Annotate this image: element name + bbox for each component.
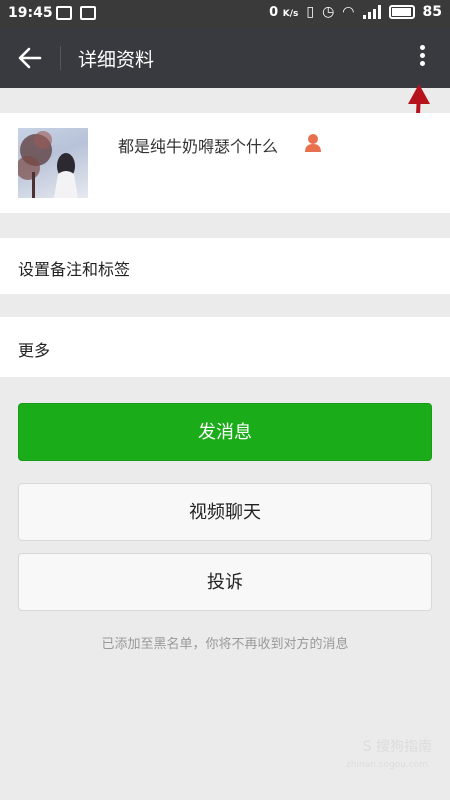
status-bar: 19:45 0 K/s ▯ ◷ ◠ 85 [0,0,450,28]
alarm-icon: ◷ [322,4,335,20]
net-speed-unit: K/s [282,8,299,19]
avatar[interactable] [18,128,88,198]
set-remark-tags-row[interactable]: 设置备注和标签 [0,238,450,294]
title-bar: 详细资料 [0,28,450,88]
page-title: 详细资料 [78,49,155,71]
battery-level: 85 [422,4,442,20]
status-time: 19:45 [8,5,53,21]
app-notification-icon [80,6,96,20]
video-chat-button[interactable]: 视频聊天 [18,483,432,541]
female-gender-icon [305,134,321,152]
status-right: 0 K/s ▯ ◷ ◠ 85 [269,4,442,20]
notification-icons [56,6,96,20]
watermark-url: zhinan.sogou.com [346,760,428,770]
image-notification-icon [56,6,72,20]
net-speed: 0 K/s [269,4,299,20]
vibrate-icon: ▯ [306,4,315,20]
blacklist-note: 已添加至黑名单，你将不再收到对方的消息 [101,637,349,652]
signal-icon [362,5,381,19]
set-remark-tags-label: 设置备注和标签 [18,260,131,279]
watermark-logo: S 搜狗指南 [362,739,432,755]
more-options-icon[interactable] [410,42,434,74]
more-info-row[interactable]: 更多 [0,317,450,377]
report-button[interactable]: 投诉 [18,553,432,611]
back-arrow-icon[interactable] [16,44,44,72]
title-divider [60,46,61,70]
send-message-button[interactable]: 发消息 [18,403,432,461]
battery-icon [388,5,415,19]
profile-card: 都是纯牛奶嘚瑟个什么 [0,113,450,213]
wifi-icon: ◠ [342,4,355,20]
more-info-label: 更多 [18,341,51,360]
profile-nickname: 都是纯牛奶嘚瑟个什么 [118,137,279,156]
avatar-photo [18,131,78,198]
